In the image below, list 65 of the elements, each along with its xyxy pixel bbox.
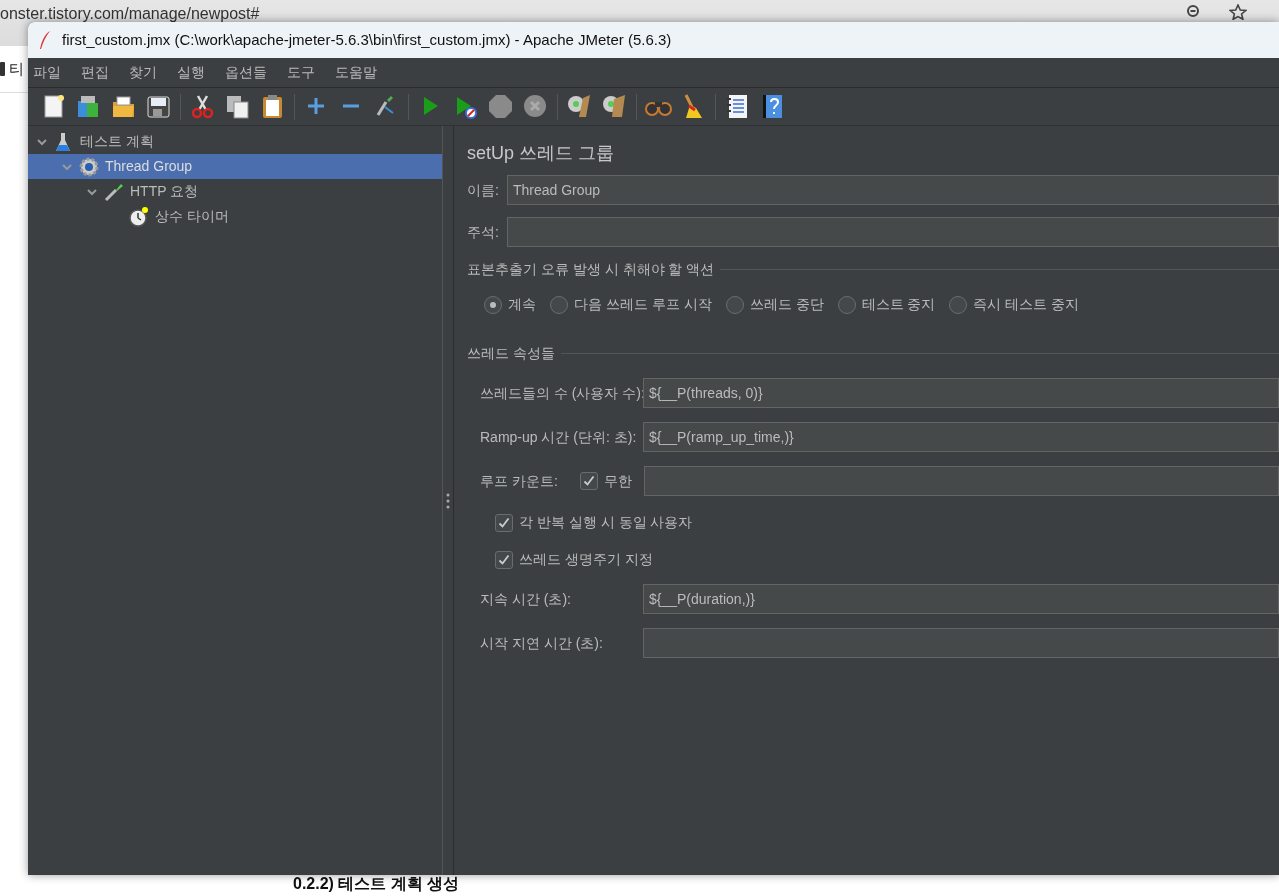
comment-label: 주석:: [467, 222, 499, 242]
checkbox-label: 무한: [604, 471, 632, 491]
panel-title: setUp 쓰레드 그룹: [467, 142, 616, 165]
star-icon[interactable]: [1229, 4, 1247, 20]
radio-button[interactable]: [484, 295, 502, 314]
radio-button[interactable]: [725, 295, 744, 314]
menu-item[interactable]: 실행: [174, 62, 213, 83]
field-label: 쓰레드들의 수 (사용자 수):: [479, 383, 643, 403]
input-field[interactable]: [643, 628, 1279, 658]
radio-label: 다음 쓰레드 루프 시작: [574, 295, 712, 314]
tree-item[interactable]: 테스트 계획: [28, 129, 442, 154]
checkbox-label: 각 반복 실행 시 동일 사용자: [519, 513, 693, 532]
check-icon: [498, 516, 510, 529]
field-label: Ramp-up 시간 (단위: 초):: [479, 427, 638, 447]
input-field[interactable]: [644, 466, 1279, 496]
radio-button[interactable]: [837, 295, 856, 314]
copy-icon[interactable]: [224, 93, 251, 120]
page-icon: [0, 62, 5, 76]
tree-item[interactable]: HTTP 요청: [28, 179, 442, 204]
group-legend: 표본추출기 오류 발생 시 취해야 할 액션: [467, 259, 715, 280]
field-label: 지속 시간 (초):: [479, 589, 572, 609]
field-label: 시작 지연 시간 (초):: [479, 633, 604, 653]
checkbox[interactable]: [495, 513, 513, 532]
radio-button[interactable]: [550, 295, 568, 314]
menu-item[interactable]: 파일: [30, 62, 69, 83]
radio-label: 쓰레드 중단: [749, 295, 824, 314]
feather-icon: [38, 30, 52, 50]
section-heading: 0.2.2) 테스트 계획 생성: [293, 874, 460, 894]
menu-item[interactable]: 편집: [78, 62, 117, 83]
window-title: first_custom.jmx (C:\work\apache-jmeter-5.6.3\bin\first_custom.jmx) - Apache JMeter (5.6.3): [62, 29, 672, 50]
tab-label[interactable]: 티: [9, 57, 24, 81]
radio-button[interactable]: [949, 295, 968, 314]
check-icon: [583, 475, 595, 487]
radio-label: 계속: [508, 295, 536, 314]
checkbox[interactable]: [580, 472, 598, 490]
checkbox[interactable]: [495, 550, 513, 569]
menu-item[interactable]: 찾기: [126, 62, 165, 83]
zoom-icon[interactable]: [1186, 4, 1202, 20]
radio-label: 테스트 중지: [861, 295, 936, 314]
input-field[interactable]: ${__P(ramp_up_time,)}: [643, 422, 1279, 452]
save-icon[interactable]: [145, 93, 172, 120]
clock-icon: [129, 206, 149, 227]
name-label: 이름:: [467, 180, 499, 200]
checkbox-label: 쓰레드 생명주기 지정: [519, 550, 653, 569]
shutdown-icon[interactable]: [522, 93, 549, 120]
group-legend: 쓰레드 속성들: [467, 343, 555, 364]
input-field[interactable]: ${__P(threads, 0)}: [643, 378, 1279, 408]
menu-item[interactable]: 옵션들: [222, 62, 275, 83]
comment-field[interactable]: [506, 217, 1279, 247]
gear-icon: [79, 156, 99, 177]
url-text: onster.tistory.com/manage/newpost#: [0, 4, 260, 24]
cut-icon[interactable]: [189, 93, 216, 120]
check-icon: [498, 553, 510, 566]
stop-icon[interactable]: [487, 93, 514, 120]
menu-item[interactable]: 도움말: [332, 62, 385, 83]
dropper-icon: [104, 181, 124, 202]
splitter-handle-icon[interactable]: [446, 492, 450, 509]
name-field[interactable]: Thread Group: [506, 175, 1279, 205]
selected-tree-item[interactable]: Thread Group: [28, 154, 442, 179]
tree-item[interactable]: 상수 타이머: [28, 204, 442, 229]
radio-label: 즉시 테스트 중지: [973, 295, 1080, 314]
open-folder-icon[interactable]: [110, 93, 137, 120]
menu-item[interactable]: 도구: [284, 62, 323, 83]
input-field[interactable]: ${__P(duration,)}: [643, 584, 1279, 614]
field-label: 루프 카운트:: [479, 471, 559, 491]
